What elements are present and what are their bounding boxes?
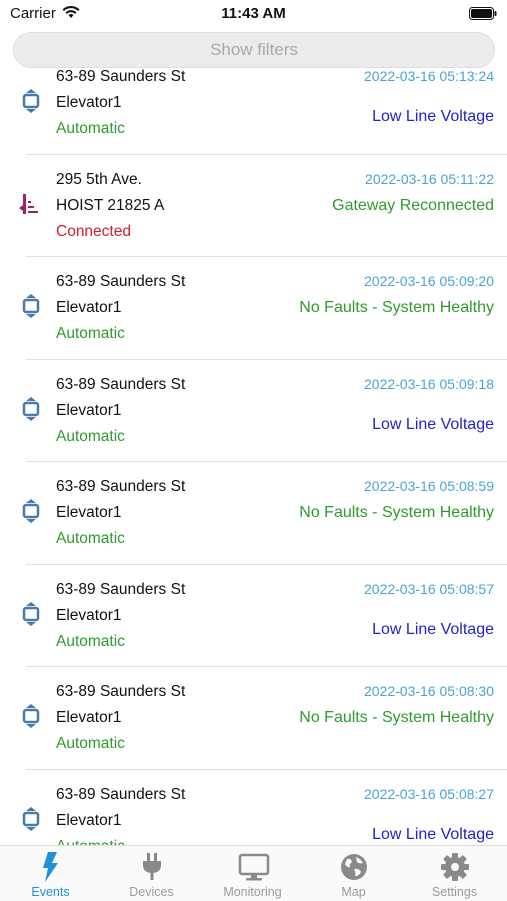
monitor-icon	[238, 853, 270, 881]
event-status: Automatic	[56, 120, 125, 137]
tab-settings-label: Settings	[431, 885, 478, 899]
event-status: Automatic	[56, 427, 125, 445]
elevator-icon	[18, 806, 44, 832]
event-message: Gateway Reconnected	[332, 196, 494, 214]
event-address: 63-89 Saunders St	[56, 273, 186, 290]
event-status: Automatic	[56, 530, 125, 547]
bolt-icon	[43, 852, 58, 882]
event-row[interactable]: 63-89 Saunders St Elevator1 Automatic 2022-…	[0, 770, 507, 846]
tab-events-label: Events	[31, 885, 70, 899]
event-message: Low Line Voltage	[372, 825, 494, 843]
event-status: Automatic	[56, 838, 125, 846]
event-row[interactable]: 63-89 Saunders St Elevator1 Automatic 2022-…	[0, 360, 507, 462]
globe-icon	[341, 854, 367, 880]
event-device: Elevator1	[56, 709, 122, 726]
tab-events[interactable]: Events	[0, 846, 101, 901]
event-timestamp: 2022-03-16 05:08:57	[364, 580, 494, 597]
tab-monitoring[interactable]: Monitoring	[202, 846, 303, 901]
event-address: 63-89 Saunders St	[56, 478, 186, 495]
event-address: 63-89 Saunders St	[56, 683, 186, 700]
plug-icon	[143, 853, 161, 880]
show-filters-button[interactable]: Show filters	[13, 32, 495, 68]
event-row[interactable]: 295 5th Ave. HOIST 21825 A Connected 2022-0…	[0, 155, 507, 257]
tab-settings[interactable]: Settings	[404, 846, 505, 901]
event-row[interactable]: 63-89 Saunders St Elevator1 Automatic 2022-…	[0, 667, 507, 770]
event-message: Low Line Voltage	[372, 415, 494, 433]
event-timestamp: 2022-03-16 05:11:22	[365, 170, 494, 187]
event-status: Connected	[56, 222, 131, 240]
event-device: Elevator1	[56, 401, 122, 419]
event-row[interactable]: 63-89 Saunders St Elevator1 Automatic 2022-…	[0, 257, 507, 360]
event-message: Low Line Voltage	[372, 108, 494, 125]
tab-map[interactable]: Map	[303, 846, 404, 901]
status-bar: Carrier 11:43 AM	[0, 0, 507, 30]
event-timestamp: 2022-03-16 05:08:27	[364, 785, 494, 802]
tab-devices[interactable]: Devices	[101, 846, 202, 901]
event-row[interactable]: 63-89 Saunders St Elevator1 Automatic 2022-…	[0, 68, 507, 155]
event-timestamp: 2022-03-16 05:09:18	[364, 375, 494, 392]
event-timestamp: 2022-03-16 05:13:24	[364, 68, 494, 84]
battery-icon	[469, 7, 497, 20]
elevator-icon	[18, 396, 44, 422]
event-address: 63-89 Saunders St	[56, 785, 186, 803]
event-message: No Faults - System Healthy	[299, 504, 494, 521]
event-address: 63-89 Saunders St	[56, 375, 186, 393]
hoist-icon	[18, 191, 44, 217]
event-row[interactable]: 63-89 Saunders St Elevator1 Automatic 2022-…	[0, 565, 507, 667]
event-status: Automatic	[56, 325, 125, 342]
event-device: Elevator1	[56, 299, 122, 316]
tab-bar: Events Devices Monitoring Map Settings	[0, 845, 507, 901]
clock: 11:43 AM	[221, 5, 286, 22]
event-device: Elevator1	[56, 811, 122, 829]
elevator-icon	[18, 498, 44, 524]
event-address: 63-89 Saunders St	[56, 68, 186, 85]
event-row[interactable]: 63-89 Saunders St Elevator1 Automatic 2022-…	[0, 462, 507, 565]
tab-map-label: Map	[341, 885, 366, 899]
event-timestamp: 2022-03-16 05:08:30	[364, 683, 494, 699]
event-device: Elevator1	[56, 504, 122, 521]
elevator-icon	[18, 601, 44, 627]
events-list[interactable]: 63-89 Saunders St Elevator1 Automatic 2022-…	[0, 68, 507, 845]
event-timestamp: 2022-03-16 05:08:59	[364, 478, 494, 494]
event-device: Elevator1	[56, 606, 122, 624]
event-message: No Faults - System Healthy	[299, 299, 494, 316]
event-status: Automatic	[56, 735, 125, 752]
elevator-icon	[18, 703, 44, 729]
event-device: HOIST 21825 A	[56, 196, 165, 214]
elevator-icon	[18, 293, 44, 319]
event-status: Automatic	[56, 632, 125, 650]
event-timestamp: 2022-03-16 05:09:20	[364, 273, 494, 289]
tab-monitoring-label: Monitoring	[223, 885, 282, 899]
elevator-icon	[18, 88, 44, 114]
gear-icon	[441, 853, 469, 881]
event-address: 63-89 Saunders St	[56, 580, 186, 598]
event-address: 295 5th Ave.	[56, 170, 142, 188]
event-message: No Faults - System Healthy	[299, 709, 494, 726]
event-message: Low Line Voltage	[372, 620, 494, 638]
event-device: Elevator1	[56, 94, 122, 111]
tab-devices-label: Devices	[129, 885, 174, 899]
